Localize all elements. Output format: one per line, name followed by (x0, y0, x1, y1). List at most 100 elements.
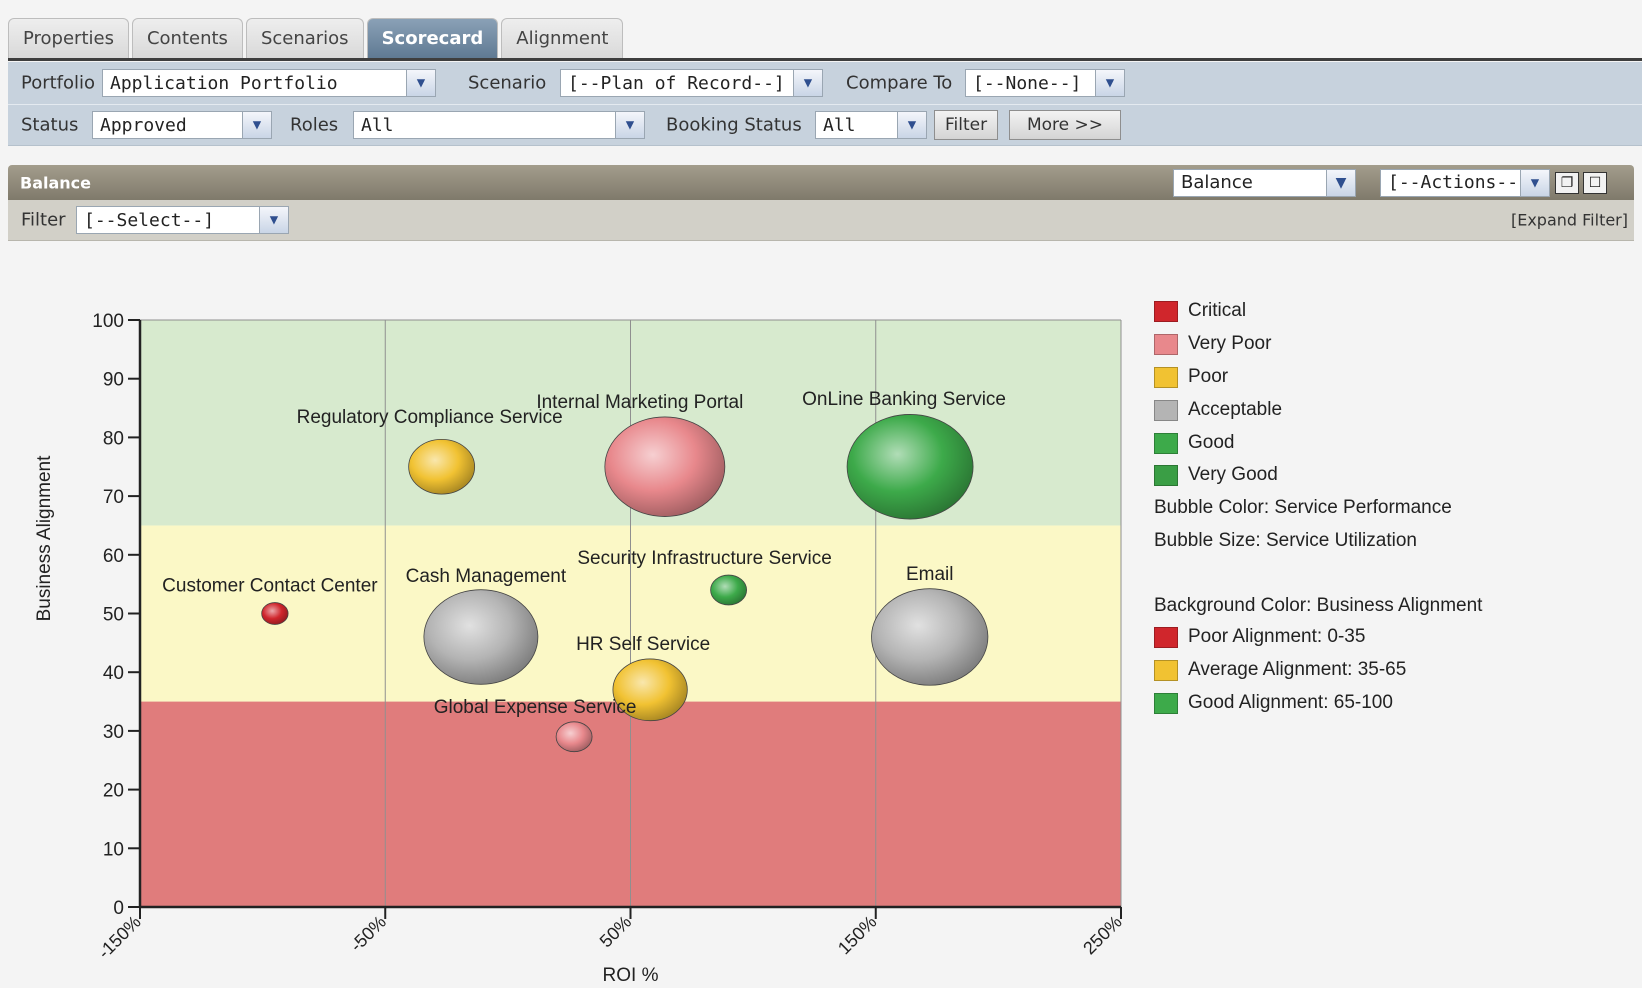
chevron-down-icon: ▼ (1095, 70, 1124, 96)
legend-item: Good (1154, 432, 1234, 454)
y-tick-label: 50 (103, 605, 124, 626)
x-tick-label: 50% (596, 912, 636, 952)
chevron-down-icon: ▼ (615, 112, 644, 138)
bubble-label: Global Expense Service (434, 697, 637, 718)
legend-bubble-color: Bubble Color: Service Performance (1154, 497, 1452, 518)
legend-label: Acceptable (1188, 399, 1283, 420)
legend-swatch (1154, 366, 1178, 388)
bubble (710, 574, 747, 606)
chevron-down-icon: ▼ (259, 207, 288, 233)
filter-row-status: Status Approved ▼ Roles All ▼ Booking St… (8, 105, 1642, 146)
legend-item: Average Alignment: 35-65 (1154, 659, 1406, 681)
filter-button[interactable]: Filter (934, 110, 999, 140)
balance-panel-header: Balance Balance ▼ [--Actions--] ▼ ❐ ☐ (8, 165, 1634, 200)
roles-select-value: All (361, 114, 394, 136)
chevron-down-icon: ▼ (897, 112, 926, 138)
chart-filter-label: Filter (21, 209, 66, 231)
bubble-label: Internal Marketing Portal (536, 392, 743, 413)
compare-to-select[interactable]: [--None--] ▼ (965, 69, 1125, 97)
roles-select[interactable]: All ▼ (353, 111, 645, 139)
x-tick-label: 250% (1079, 912, 1126, 959)
legend-swatch (1154, 464, 1178, 486)
booking-status-select-value: All (823, 114, 856, 136)
tab-alignment[interactable]: Alignment (501, 18, 624, 58)
bubble-chart: 0 10 20 30 40 50 60 70 80 90 100 -150% -50% 50% 150% 25… (34, 311, 1126, 986)
tab-properties[interactable]: Properties (8, 18, 129, 58)
chart-filter-row: Filter [--Select--] ▼ [Expand Filter] (8, 200, 1634, 241)
roles-label: Roles (290, 114, 339, 136)
x-tick-label: 150% (834, 912, 881, 959)
bubble (604, 416, 726, 517)
legend-swatch (1154, 692, 1178, 714)
tab-contents[interactable]: Contents (131, 18, 243, 58)
tab-bar: Properties Contents Scenarios Scorecard … (8, 18, 624, 59)
y-tick-label: 70 (103, 487, 124, 508)
legend-swatch (1154, 626, 1178, 648)
legend-label: Good (1188, 432, 1235, 453)
restore-window-icon[interactable]: ❐ (1555, 171, 1579, 194)
compare-to-select-value: [--None--] (973, 72, 1082, 94)
chevron-down-icon: ▼ (406, 70, 435, 96)
legend-swatch (1154, 399, 1178, 421)
scenario-label: Scenario (468, 72, 547, 94)
y-tick-label: 20 (103, 781, 124, 802)
more-button[interactable]: More >> (1009, 110, 1121, 140)
expand-filter-link[interactable]: [Expand Filter] (1511, 211, 1628, 230)
y-tick-label: 60 (103, 546, 124, 567)
filter-row-portfolio: Portfolio Application Portfolio ▼ Scenar… (8, 62, 1642, 106)
bubble-label: OnLine Banking Service (802, 389, 1006, 410)
y-tick-label: 90 (103, 370, 124, 391)
legend-label: Very Good (1188, 464, 1278, 485)
chevron-down-icon: ▼ (1520, 169, 1549, 196)
bubble-label: Email (906, 564, 954, 585)
chart-filter-select-value: [--Select--] (84, 209, 215, 231)
y-tick-label: 100 (92, 311, 124, 332)
bubble (871, 588, 989, 686)
x-tick-label: -50% (346, 912, 390, 956)
chart-filter-select[interactable]: [--Select--] ▼ (76, 206, 289, 234)
x-axis-label: ROI % (603, 965, 659, 986)
tab-scorecard[interactable]: Scorecard (366, 18, 499, 58)
view-select[interactable]: Balance ▼ (1173, 168, 1356, 197)
legend-item: Very Poor (1154, 333, 1271, 355)
legend-label: Critical (1188, 300, 1247, 321)
actions-select-value: [--Actions--] (1388, 172, 1529, 193)
y-tick-label: 30 (103, 722, 124, 743)
legend-label: Good Alignment: 65-100 (1188, 692, 1393, 713)
y-axis-label: Business Alignment (34, 455, 55, 622)
scenario-select[interactable]: [--Plan of Record--] ▼ (560, 69, 823, 97)
compare-to-label: Compare To (846, 72, 953, 94)
legend-background-color: Background Color: Business Alignment (1154, 595, 1483, 616)
y-tick-label: 0 (113, 898, 124, 919)
legend-item: Good Alignment: 65-100 (1154, 692, 1393, 714)
bubble-label: Customer Contact Center (162, 576, 378, 597)
y-tick-label: 10 (103, 839, 124, 860)
legend-item: Critical (1154, 300, 1246, 322)
bubble-label: Regulatory Compliance Service (297, 407, 563, 428)
chevron-down-icon: ▼ (242, 112, 271, 138)
bubble (555, 721, 593, 753)
legend-label: Poor (1188, 366, 1229, 387)
booking-status-label: Booking Status (666, 114, 802, 136)
tab-divider (8, 58, 1642, 61)
actions-select[interactable]: [--Actions--] ▼ (1380, 168, 1550, 197)
bubble-label: Security Infrastructure Service (577, 548, 831, 569)
status-label: Status (21, 114, 79, 136)
maximize-window-icon[interactable]: ☐ (1583, 171, 1607, 194)
bubble (261, 602, 289, 625)
portfolio-select-value: Application Portfolio (110, 72, 338, 94)
legend-swatch (1154, 659, 1178, 681)
legend-label: Average Alignment: 35-65 (1188, 659, 1407, 680)
legend-swatch (1154, 333, 1178, 355)
y-tick-label: 40 (103, 663, 124, 684)
legend-label: Poor Alignment: 0-35 (1188, 626, 1366, 647)
status-select[interactable]: Approved ▼ (92, 111, 272, 139)
tab-scenarios[interactable]: Scenarios (245, 18, 364, 58)
bubble-label: Cash Management (406, 566, 567, 587)
bubble (423, 589, 539, 685)
booking-status-select[interactable]: All ▼ (815, 111, 927, 139)
bubble-label: HR Self Service (576, 634, 710, 655)
status-select-value: Approved (100, 114, 187, 136)
bubble (846, 414, 974, 520)
portfolio-select[interactable]: Application Portfolio ▼ (102, 69, 436, 97)
